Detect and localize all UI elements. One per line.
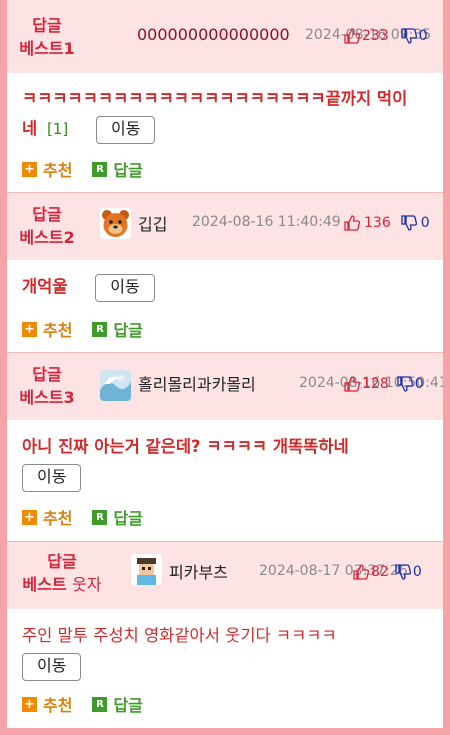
badge-category: 웃자 <box>72 575 102 594</box>
reply-label: 답글 <box>113 509 143 528</box>
recommend-button[interactable]: + 추천 <box>22 692 72 716</box>
move-button[interactable]: 이동 <box>95 273 155 302</box>
reply-label: 답글 <box>113 696 143 715</box>
badge-line: 베스트 웃자 <box>17 573 107 596</box>
comment-actions: + 추천 R 답글 <box>22 157 163 181</box>
upvote-count: 233 <box>362 28 389 44</box>
badge-line: 답글 <box>32 205 62 224</box>
downvote-count: 0 <box>414 376 424 392</box>
move-button[interactable]: 이동 <box>22 652 82 681</box>
recommend-label: 추천 <box>43 161 73 180</box>
comment-body: 주인 말투 주성치 영화같아서 웃기다 ㅋㅋㅋㅋ 이동 <box>22 621 432 681</box>
wave-avatar-icon <box>100 370 131 401</box>
plus-icon: + <box>22 321 37 337</box>
reply-button[interactable]: R 답글 <box>92 317 143 341</box>
badge-best: 베스트 <box>22 575 67 594</box>
comment-body: 개억울 이동 <box>22 272 422 302</box>
username[interactable]: 000000000000000 <box>137 25 290 44</box>
move-button[interactable]: 이동 <box>95 115 156 144</box>
comment-header: 답글 베스트 웃자 피카부츠 2024-08-17 03:37:26 82 0 <box>7 542 443 609</box>
downvote-count: 0 <box>412 564 422 580</box>
badge-line: 답글 <box>32 16 62 35</box>
comment-text: ㅋㅋㅋㅋㅋㅋㅋㅋㅋㅋㅋㅋㅋㅋㅋㅋㅋㅋㅋㅋ끝까지 먹이네 <box>22 89 408 138</box>
user-avatar[interactable] <box>100 370 131 401</box>
recommend-button[interactable]: + 추천 <box>22 317 72 341</box>
vote-counts: 82 0 <box>353 564 422 580</box>
downvote-count: 0 <box>418 28 428 44</box>
badge-line: 베스트2 <box>19 228 75 247</box>
user-avatar[interactable] <box>100 208 131 239</box>
comment-header: 답글 베스트2 깁깁 2024-08-16 11:40:49 136 0 <box>7 193 443 260</box>
thumbs-up-icon[interactable] <box>344 376 360 392</box>
thumbs-down-icon[interactable] <box>401 215 417 231</box>
thumbs-down-icon[interactable] <box>395 564 411 580</box>
thumbs-up-icon[interactable] <box>353 564 369 580</box>
bear-avatar-icon <box>100 208 131 239</box>
comment-list: 답글 베스트1 000000000000000 2024-08-16 09:35… <box>7 0 443 728</box>
badge-line: 베스트3 <box>19 388 75 407</box>
plus-icon: + <box>22 696 37 712</box>
downvote-count: 0 <box>420 215 430 231</box>
comment-header: 답글 베스트3 홀리몰리과카몰리 2024-08-16 10:50:41 128… <box>7 353 443 420</box>
r-icon: R <box>92 321 108 337</box>
username[interactable]: 피카부츠 <box>169 559 228 583</box>
comment-actions: + 추천 R 답글 <box>22 692 163 716</box>
move-button[interactable]: 이동 <box>22 463 82 492</box>
comment-body: ㅋㅋㅋㅋㅋㅋㅋㅋㅋㅋㅋㅋㅋㅋㅋㅋㅋㅋㅋㅋ끝까지 먹이네 [1] 이동 <box>22 84 422 144</box>
upvote-count: 128 <box>362 376 389 392</box>
badge-line: 베스트1 <box>19 39 75 58</box>
comment-body: 아니 진짜 아는거 같은데? ㅋㅋㅋㅋ 개똑똑하네 이동 <box>22 432 432 492</box>
plus-icon: + <box>22 509 37 525</box>
user-avatar[interactable] <box>131 554 162 585</box>
recommend-button[interactable]: + 추천 <box>22 157 72 181</box>
best-badge: 답글 베스트3 <box>11 363 83 409</box>
upvote-count: 82 <box>371 564 389 580</box>
vote-counts: 233 0 <box>344 28 428 44</box>
badge-line: 답글 <box>47 552 77 571</box>
thumbs-down-icon[interactable] <box>401 28 417 44</box>
comment-text: 개억울 <box>22 277 68 296</box>
plus-icon: + <box>22 161 37 177</box>
pixel-avatar-icon <box>131 554 162 585</box>
recommend-label: 추천 <box>43 321 73 340</box>
comment-card: 답글 베스트3 홀리몰리과카몰리 2024-08-16 10:50:41 128… <box>7 353 443 542</box>
upvote-count: 136 <box>364 215 391 231</box>
vote-counts: 128 0 <box>344 376 424 392</box>
best-badge: 답글 베스트1 <box>11 14 83 60</box>
thumbs-up-icon[interactable] <box>344 28 360 44</box>
recommend-button[interactable]: + 추천 <box>22 505 72 529</box>
comment-text: 주인 말투 주성치 영화같아서 웃기다 ㅋㅋㅋㅋ <box>22 626 337 645</box>
reply-button[interactable]: R 답글 <box>92 505 143 529</box>
comment-date: 2024-08-16 11:40:49 <box>192 214 341 230</box>
reply-label: 답글 <box>113 161 143 180</box>
best-badge: 답글 베스트2 <box>11 203 83 249</box>
username[interactable]: 깁깁 <box>138 211 167 235</box>
reply-button[interactable]: R 답글 <box>92 157 143 181</box>
comment-header: 답글 베스트1 000000000000000 2024-08-16 09:35… <box>7 0 443 73</box>
thumbs-up-icon[interactable] <box>344 215 360 231</box>
recommend-label: 추천 <box>43 509 73 528</box>
comment-card: 답글 베스트1 000000000000000 2024-08-16 09:35… <box>7 0 443 193</box>
comment-actions: + 추천 R 답글 <box>22 505 163 529</box>
badge-line: 답글 <box>32 365 62 384</box>
reply-button[interactable]: R 답글 <box>92 692 143 716</box>
r-icon: R <box>92 696 108 712</box>
thumbs-down-icon[interactable] <box>397 376 413 392</box>
comment-actions: + 추천 R 답글 <box>22 317 163 341</box>
r-icon: R <box>92 509 108 525</box>
reply-label: 답글 <box>113 321 143 340</box>
r-icon: R <box>92 161 108 177</box>
vote-counts: 136 0 <box>344 215 430 231</box>
best-badge: 답글 베스트 웃자 <box>17 550 107 596</box>
recommend-label: 추천 <box>43 696 73 715</box>
username[interactable]: 홀리몰리과카몰리 <box>138 371 256 395</box>
reply-count[interactable]: [1] <box>47 120 68 138</box>
comment-card: 답글 베스트 웃자 피카부츠 2024-08-17 03:37:26 82 0 … <box>7 542 443 728</box>
comment-text: 아니 진짜 아는거 같은데? ㅋㅋㅋㅋ 개똑똑하네 <box>22 437 349 456</box>
comment-card: 답글 베스트2 깁깁 2024-08-16 11:40:49 136 0 개억울… <box>7 193 443 353</box>
